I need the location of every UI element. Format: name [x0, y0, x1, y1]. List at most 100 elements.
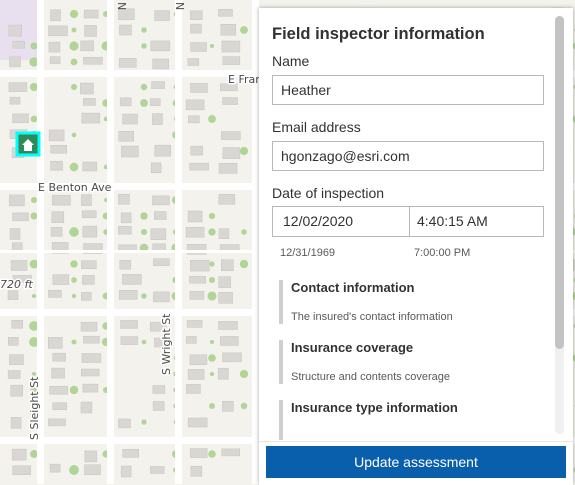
- tree: [31, 43, 38, 50]
- building: [153, 244, 166, 251]
- building: [187, 320, 202, 327]
- building: [150, 99, 160, 106]
- building: [11, 260, 27, 270]
- building: [151, 41, 170, 51]
- building: [223, 148, 240, 159]
- date-time-picker: 12/02/2020 4:40:15 AM: [272, 206, 544, 237]
- building: [8, 291, 18, 300]
- tree: [210, 340, 214, 344]
- tree: [210, 372, 214, 376]
- building: [150, 466, 164, 473]
- building: [119, 131, 134, 141]
- building: [49, 130, 64, 141]
- building: [10, 228, 20, 239]
- building: [9, 25, 22, 36]
- tree: [141, 419, 146, 424]
- selected-feature[interactable]: [17, 133, 39, 155]
- group-insurance-coverage[interactable]: Insurance coverage Structure and content…: [279, 340, 541, 384]
- building: [51, 161, 63, 170]
- building: [119, 290, 137, 299]
- building: [50, 57, 60, 64]
- building: [51, 145, 67, 153]
- update-assessment-button[interactable]: Update assessment: [266, 446, 566, 478]
- tree: [208, 228, 215, 235]
- tree: [32, 372, 36, 376]
- tree: [70, 163, 79, 172]
- tree: [142, 340, 147, 345]
- scrollbar-thumb[interactable]: [555, 16, 564, 349]
- building: [122, 274, 141, 284]
- building: [48, 419, 65, 426]
- street-label-franklin: E Fran E Fran: [228, 73, 262, 86]
- time-input[interactable]: 4:40:15 AM: [410, 207, 543, 236]
- time-hint: 7:00:00 PM: [414, 247, 470, 259]
- building: [222, 353, 241, 362]
- building: [82, 353, 101, 362]
- tree: [209, 213, 215, 219]
- building: [190, 24, 201, 33]
- tree: [72, 294, 76, 298]
- building: [84, 465, 100, 475]
- building: [49, 42, 60, 52]
- tree: [141, 229, 147, 235]
- building: [83, 57, 102, 64]
- form-scroll-area[interactable]: Field inspector information Name Heather…: [259, 8, 573, 441]
- building: [83, 98, 95, 105]
- tree: [141, 43, 147, 49]
- tree: [70, 260, 77, 267]
- tree: [141, 293, 146, 298]
- building: [155, 145, 171, 156]
- building: [13, 114, 29, 123]
- name-input[interactable]: Heather: [272, 75, 544, 105]
- tree: [140, 212, 147, 219]
- group-title: Insurance coverage: [291, 340, 541, 356]
- building: [121, 337, 138, 345]
- tree: [70, 386, 78, 394]
- group-insurance-type-information[interactable]: Insurance type information: [279, 400, 541, 440]
- tree: [240, 370, 248, 378]
- building: [221, 260, 233, 271]
- svg-text:E Fran: E Fran: [228, 73, 262, 86]
- building: [50, 386, 68, 394]
- building: [8, 370, 20, 378]
- building: [52, 212, 64, 223]
- building: [188, 58, 199, 65]
- building: [81, 292, 91, 300]
- building: [120, 98, 131, 106]
- building: [190, 449, 207, 458]
- building: [190, 260, 209, 271]
- tree: [240, 147, 248, 155]
- date-input[interactable]: 12/02/2020: [273, 207, 410, 236]
- tree: [30, 212, 37, 219]
- svg-text:720 ft: 720 ft: [0, 278, 33, 291]
- scale-label: 720 ft 720 ft: [0, 278, 33, 291]
- building: [219, 229, 229, 239]
- tree: [240, 26, 248, 34]
- street-label-north-b: N: [173, 2, 186, 10]
- tree: [241, 403, 248, 410]
- building: [11, 417, 21, 428]
- building: [82, 275, 94, 284]
- svg-text:S Sleight St: S Sleight St: [28, 376, 41, 440]
- tree: [69, 227, 79, 237]
- building: [152, 82, 165, 89]
- building: [188, 418, 207, 427]
- street-label-sleight: S Sleight St S Sleight St: [28, 376, 41, 440]
- vertical-scrollbar[interactable]: [555, 16, 564, 434]
- svg-text:N: N: [173, 2, 186, 10]
- building: [119, 25, 131, 35]
- group-contact-information[interactable]: Contact information The insured's contac…: [279, 280, 541, 324]
- building: [84, 10, 98, 18]
- building: [190, 11, 202, 20]
- building: [13, 466, 31, 475]
- email-input[interactable]: hgonzago@esri.com: [272, 141, 544, 171]
- building: [151, 163, 161, 173]
- building: [222, 41, 240, 52]
- tree: [207, 291, 216, 300]
- building: [152, 114, 162, 125]
- building: [118, 9, 134, 20]
- building: [123, 449, 139, 457]
- svg-text:N: N: [115, 2, 128, 10]
- tree: [72, 28, 77, 33]
- building: [52, 368, 65, 378]
